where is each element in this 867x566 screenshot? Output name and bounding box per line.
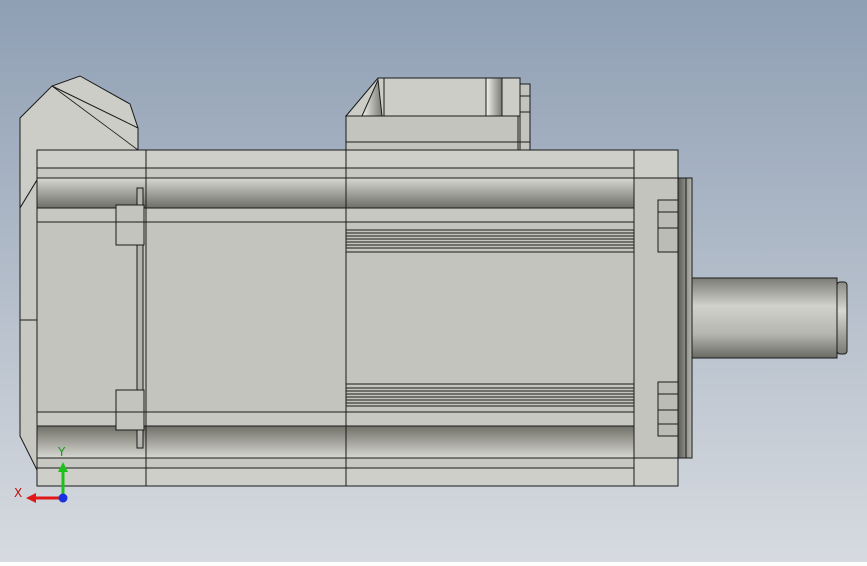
top-rib bbox=[36, 177, 635, 209]
flange-slot-bottom bbox=[657, 381, 679, 437]
pilot-rim bbox=[677, 177, 693, 459]
cad-viewport[interactable]: X Y bbox=[0, 0, 867, 562]
bracket-tab-bottom bbox=[115, 389, 145, 431]
encoder-cover-side bbox=[19, 178, 38, 471]
x-axis-label: X bbox=[14, 486, 22, 500]
output-shaft bbox=[691, 277, 838, 359]
motor-drawing: X Y bbox=[0, 0, 867, 562]
y-axis-label: Y bbox=[57, 445, 66, 459]
bottom-rib bbox=[36, 425, 635, 459]
flange-slot-top bbox=[657, 199, 679, 253]
bracket-tab-top bbox=[115, 204, 145, 246]
